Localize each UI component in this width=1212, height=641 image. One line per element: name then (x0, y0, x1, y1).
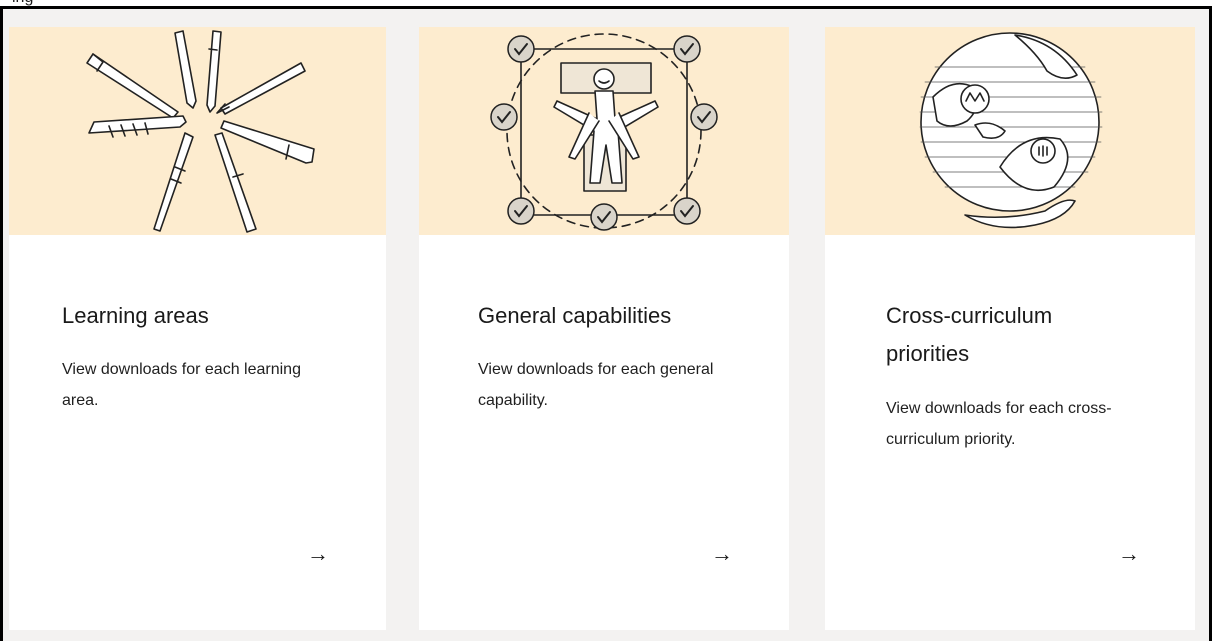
card-description: View downloads for each general capabili… (478, 361, 714, 409)
card-illustration (419, 27, 789, 235)
pens-circle-icon (86, 30, 315, 233)
page-frame: ing (0, 0, 1212, 641)
arrow-right-icon[interactable]: → (307, 542, 329, 566)
card-illustration (9, 27, 386, 235)
card-description: View downloads for each cross-curriculum… (886, 400, 1112, 448)
card-cross-curriculum-priorities[interactable]: Cross-curriculum priorities View downloa… (825, 27, 1195, 630)
card-title: General capabilities (478, 303, 672, 328)
card-title: Cross-curriculum priorities (886, 303, 1053, 366)
globe-in-hand-icon (919, 32, 1103, 229)
figure-checkmarks-icon (490, 33, 718, 231)
card-illustration (825, 27, 1195, 235)
arrow-right-icon[interactable]: → (1118, 542, 1140, 566)
cards-section: Learning areas View downloads for each l… (0, 6, 1212, 641)
card-description: View downloads for each learning area. (62, 361, 301, 409)
arrow-right-icon[interactable]: → (711, 542, 733, 566)
card-learning-areas[interactable]: Learning areas View downloads for each l… (9, 27, 386, 630)
card-title: Learning areas (62, 303, 209, 328)
card-general-capabilities[interactable]: General capabilities View downloads for … (419, 27, 789, 630)
